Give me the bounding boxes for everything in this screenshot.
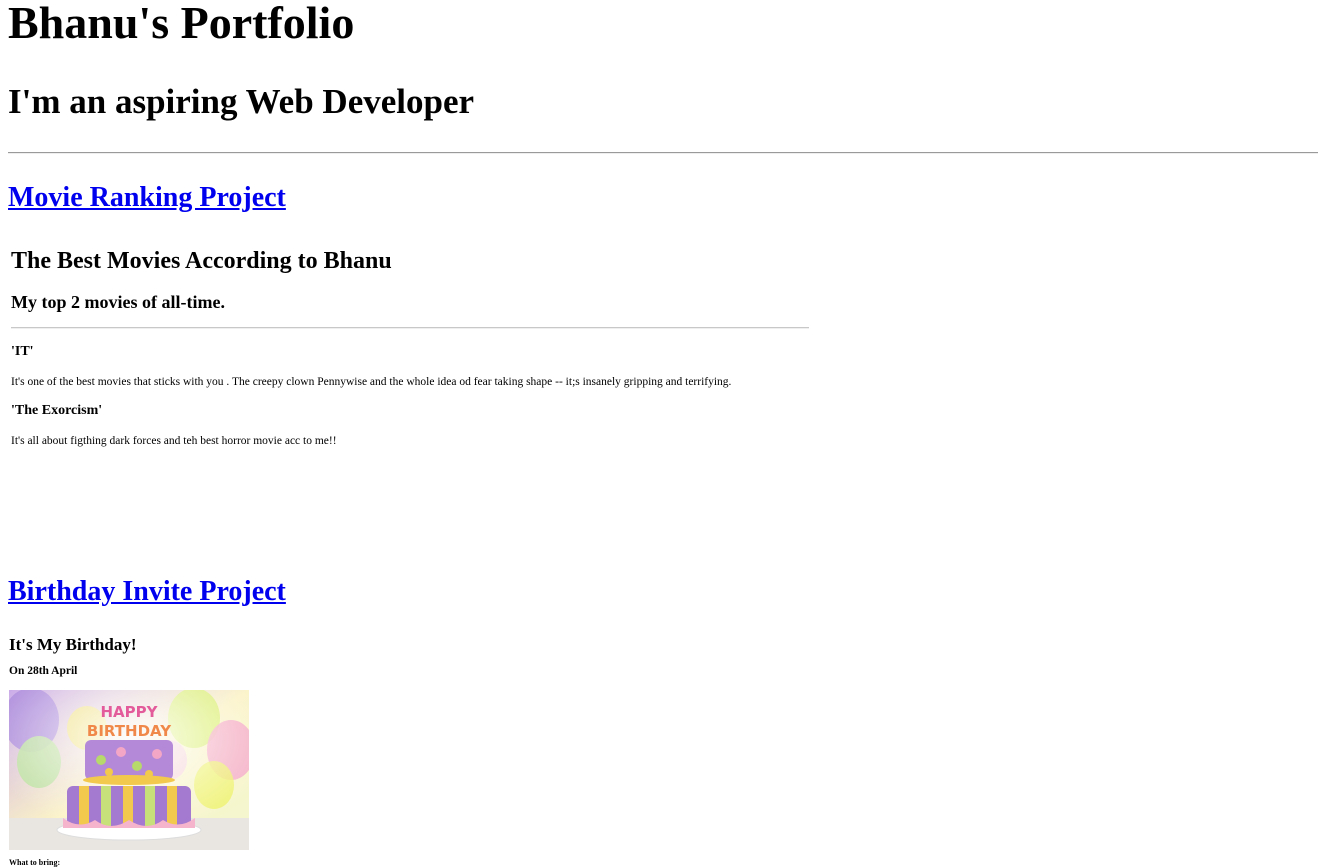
birthday-date: On 28th April: [9, 665, 78, 677]
birthday-cake-image: HAPPY BIRTHDAY: [9, 690, 249, 850]
portfolio-page: Bhanu's Portfolio I'm an aspiring Web De…: [0, 0, 1318, 868]
movie-description-exorcism: It's all about figthing dark forces and …: [11, 435, 337, 447]
movie-embed-subheading: My top 2 movies of all-time.: [11, 292, 225, 312]
movie-title-exorcism: 'The Exorcism': [11, 403, 103, 418]
page-subtitle: I'm an aspiring Web Developer: [8, 82, 475, 121]
cake-banner-word-2: BIRTHDAY: [87, 722, 172, 740]
header-divider: [8, 152, 1318, 154]
birthday-invite-project-link[interactable]: Birthday Invite Project: [8, 576, 286, 608]
movie-embed-divider: [11, 327, 809, 329]
cake-banner-word-1: HAPPY: [100, 703, 158, 721]
movie-embed-heading: The Best Movies According to Bhanu: [11, 248, 392, 274]
birthday-heading: It's My Birthday!: [9, 635, 137, 654]
page-title: Bhanu's Portfolio: [8, 0, 355, 48]
movie-project-embed: The Best Movies According to Bhanu My to…: [11, 240, 809, 460]
what-to-bring-heading: What to bring:: [9, 858, 61, 867]
movie-description-it: It's one of the best movies that sticks …: [11, 376, 732, 388]
movie-ranking-project-link[interactable]: Movie Ranking Project: [8, 182, 286, 214]
movie-title-it: 'IT': [11, 344, 34, 359]
